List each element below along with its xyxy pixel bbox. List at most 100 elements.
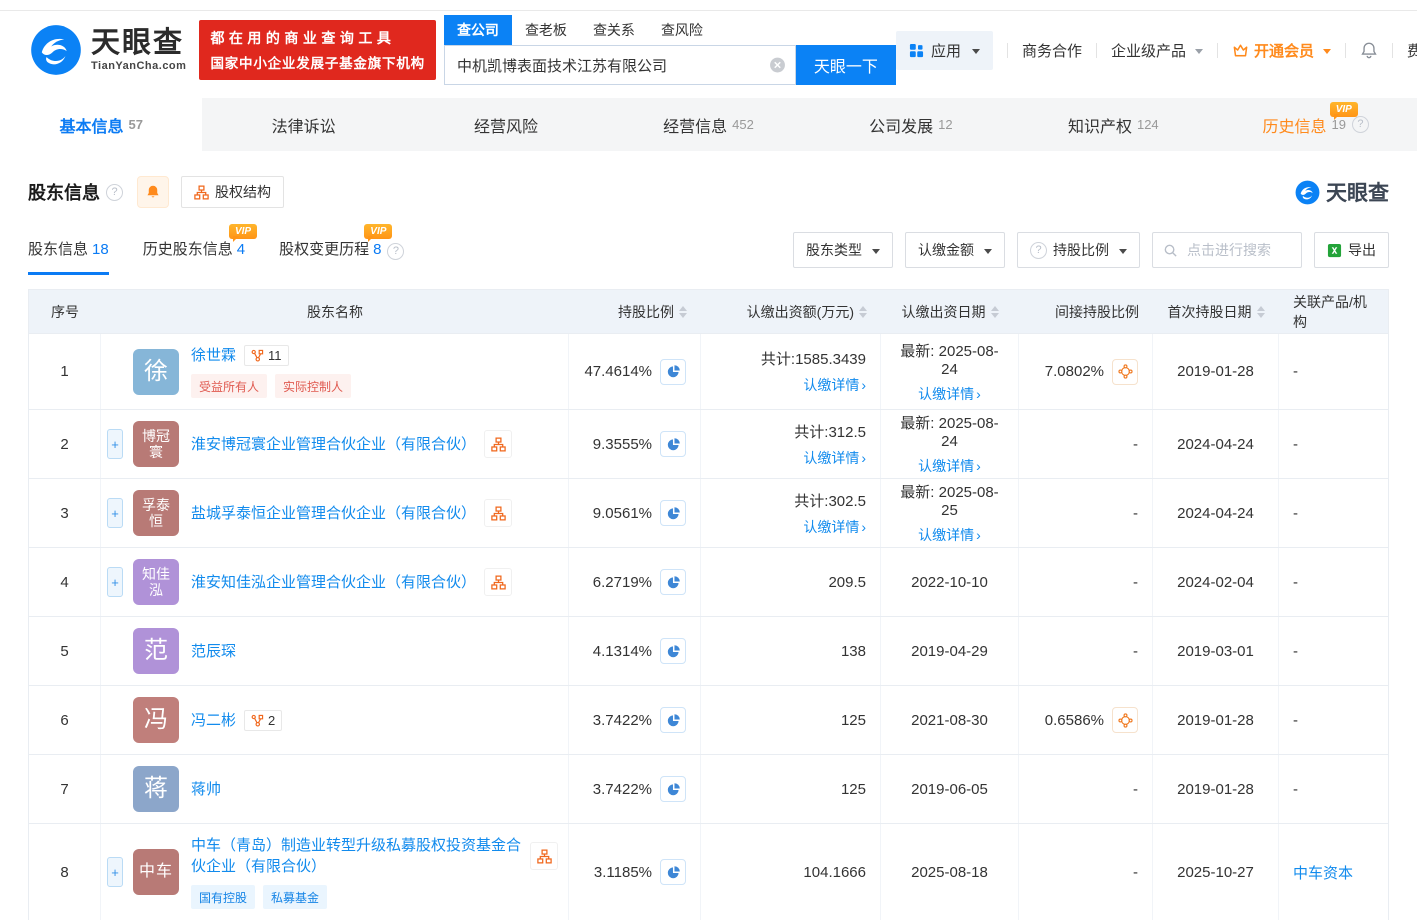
pie-chart-icon[interactable] [660,569,686,595]
sort-icon[interactable] [859,305,867,318]
ratio-filter[interactable]: ? 持股比例 [1017,232,1140,268]
equity-structure-icon[interactable] [530,842,558,870]
equity-structure-icon[interactable] [484,568,513,596]
equity-structure-icon[interactable] [484,499,513,527]
payment-detail-link[interactable]: 认缴详情 [918,525,981,545]
pie-chart-icon[interactable] [660,638,686,664]
shareholder-avatar: 范 [133,628,179,674]
expand-button[interactable]: + [107,857,123,887]
pie-chart-icon[interactable] [660,859,686,885]
tab-label: 基本信息 [59,118,124,136]
expand-button[interactable]: + [107,567,123,597]
shareholder-type-filter[interactable]: 股东类型 [793,232,893,268]
ratio-cell: 3.7422% [569,755,701,823]
shareholder-name-link[interactable]: 中车（青岛）制造业转型升级私募股权投资基金合伙企业（有限合伙） [191,835,522,877]
sort-icon[interactable] [679,305,687,318]
pie-chart-icon[interactable] [660,358,686,385]
company-search-input[interactable] [443,45,796,85]
indirect-ratio-value: - [1133,573,1138,591]
amount-cell: 共计:312.5 认缴详情 [701,410,881,478]
sort-icon[interactable] [1256,305,1265,318]
tab-label: 经营风险 [474,118,539,136]
export-button[interactable]: 导出 [1314,232,1389,268]
notifications-bell[interactable] [1360,41,1378,59]
pie-chart-icon[interactable] [660,431,686,457]
row-number-cell: 6 [29,686,101,754]
payment-detail-link[interactable]: 认缴详情 [803,517,866,537]
payment-detail-link[interactable]: 认缴详情 [803,375,866,395]
equity-structure-icon[interactable] [484,430,513,458]
tab-basic-info[interactable]: 基本信息 57 [0,98,203,151]
search-tab-1[interactable]: 查公司 [443,15,512,45]
indirect-ratio-icon[interactable] [1112,358,1138,385]
shareholder-name-link[interactable]: 冯二彬 [191,710,236,731]
tab-company-development[interactable]: 公司发展 12 [810,98,1012,151]
shareholder-avatar: 中车 [133,849,179,895]
shareholder-name-cell: + 中车 中车（青岛）制造业转型升级私募股权投资基金合伙企业（有限合伙） 国有控股 私募… [101,824,569,920]
watermark-text: 天眼查 [1326,182,1389,205]
indirect-ratio-cell: - [1019,410,1153,478]
clear-icon[interactable] [769,57,786,74]
amount-total: 共计:312.5 [794,423,866,441]
business-cooperation-link[interactable]: 商务合作 [1022,40,1082,61]
ratio-value: 9.3555% [592,435,652,453]
shareholder-avatar: 博冠寰 [133,421,179,467]
sort-icon[interactable] [990,305,999,318]
equity-structure-button[interactable]: 股权结构 [181,176,284,208]
subtab-historical-shareholders[interactable]: 历史股东信息 4 VIP [142,224,258,275]
relation-count-badge[interactable]: 2 [244,709,283,731]
user-menu[interactable]: 费米 [1407,40,1417,61]
search-tab-2[interactable]: 查老板 [512,15,580,45]
tab-historical-info[interactable]: VIP 历史信息 19? [1215,98,1417,151]
search-button[interactable]: 天眼一下 [795,45,896,85]
tab-intellectual-property[interactable]: 知识产权 124 [1012,98,1214,151]
enterprise-products-menu[interactable]: 企业级产品 [1111,40,1203,61]
shareholder-name-link[interactable]: 蒋帅 [191,779,221,800]
shareholder-avatar: 冯 [133,697,179,743]
chevron-down-icon [971,48,980,58]
pie-chart-icon[interactable] [660,500,686,526]
pie-chart-icon[interactable] [660,707,686,733]
column-header: 序号 [29,290,101,333]
logo-title: 天眼查 [91,27,185,59]
subtab-label: 历史股东信息 [142,241,233,258]
ratio-cell: 3.1185% [569,824,701,920]
tab-operating-info[interactable]: 经营信息 452 [607,98,809,151]
indirect-ratio-cell: - [1019,479,1153,547]
table-search [1152,232,1302,268]
relation-count-badge[interactable]: 11 [244,345,289,366]
shareholder-name-link[interactable]: 徐世霖 [191,345,236,366]
tab-operating-risk[interactable]: 经营风险 [405,98,607,151]
table-row: 3 + 孚泰恒盐城孚泰恒企业管理合伙企业（有限合伙） 9.0561% 共计:302.5 认… [29,478,1388,547]
related-product-link[interactable]: 中车资本 [1293,862,1353,883]
indirect-ratio-icon[interactable] [1112,707,1138,733]
amount-filter[interactable]: 认缴金额 [905,232,1005,268]
shareholder-name-link[interactable]: 淮安博冠寰企业管理合伙企业（有限合伙） [191,434,476,455]
payment-detail-link[interactable]: 认缴详情 [918,456,981,476]
payment-detail-link[interactable]: 认缴详情 [918,384,981,404]
table-search-input[interactable] [1185,241,1291,259]
filter-label: 持股比例 [1053,242,1109,258]
payment-detail-link[interactable]: 认缴详情 [803,448,866,468]
subtab-equity-change-history[interactable]: 股权变更历程 8 VIP? [279,224,405,275]
amount-value: 125 [840,711,866,729]
membership-link[interactable]: 开通会员 [1232,40,1331,61]
tianyancha-logo[interactable]: 天眼查 TianYanCha.com [30,24,186,76]
subtab-shareholders[interactable]: 股东信息 18 [28,238,109,275]
subscribe-bell-button[interactable] [137,176,169,208]
pie-chart-icon[interactable] [660,776,686,802]
shareholder-name-cell: + 博冠寰淮安博冠寰企业管理合伙企业（有限合伙） [101,410,569,478]
shareholder-name-link[interactable]: 淮安知佳泓企业管理合伙企业（有限合伙） [191,572,476,593]
help-icon[interactable]: ? [106,183,123,201]
search-tab-4[interactable]: 查风险 [648,15,716,45]
search-tab-3[interactable]: 查关系 [580,15,648,45]
tab-legal-proceedings[interactable]: 法律诉讼 [202,98,404,151]
shareholder-name-cell: 范范辰琛 [101,617,569,685]
row-number: 6 [60,711,69,729]
shareholder-name-link[interactable]: 盐城孚泰恒企业管理合伙企业（有限合伙） [191,503,476,524]
expand-button[interactable]: + [107,429,123,459]
apps-menu[interactable]: 应用 [895,30,993,70]
shareholder-sub-tabs: 股东信息 18 历史股东信息 4 VIP 股权变更历程 8 VIP? [28,224,405,275]
expand-button[interactable]: + [107,498,123,528]
shareholder-name-link[interactable]: 范辰琛 [191,641,236,662]
